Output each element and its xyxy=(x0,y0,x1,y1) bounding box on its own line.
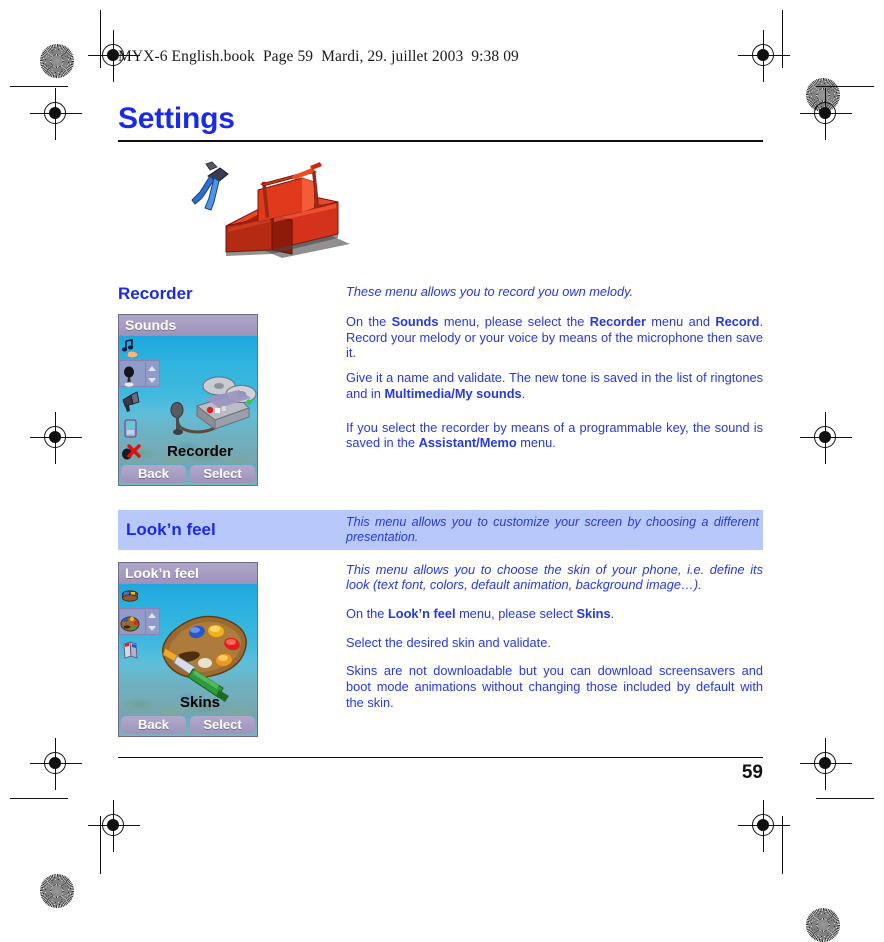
registration-starburst-top-left xyxy=(40,44,74,78)
settings-illustration xyxy=(162,156,362,264)
music-note-hand-icon xyxy=(121,339,139,359)
scroll-arrows-2[interactable] xyxy=(145,609,158,635)
looknfeel-paragraph-3: Select the desired skin and validate. xyxy=(346,634,551,650)
megaphone-icon xyxy=(122,391,140,412)
recorder-paragraph-3: If you select the recorder by means of a… xyxy=(346,419,763,451)
recorder-heading: Recorder xyxy=(118,284,193,303)
strip-icon-skins-selected[interactable] xyxy=(120,612,142,638)
softkey-back-2[interactable]: Back xyxy=(121,715,186,734)
recorder-content-row: Sounds Recorder Back Select On the Sound… xyxy=(118,314,763,486)
recorder-intro-text: These menu allows you to record you own … xyxy=(346,284,634,299)
phone-screen-sounds: Sounds Recorder Back Select xyxy=(118,314,258,486)
phone-title-sounds: Sounds xyxy=(119,315,257,336)
registration-starburst-bottom-right xyxy=(806,908,840,942)
trim-line-right xyxy=(782,10,784,68)
looknfeel-screen-cell: Look’n feel Skins Back Select xyxy=(118,561,346,737)
phone-screen-looknfeel: Look’n feel Skins Back Select xyxy=(118,561,258,737)
phone-caption-skins: Skins xyxy=(179,693,221,711)
registration-crosshair-left-lower xyxy=(30,412,82,464)
recorder-paragraph-1: On the Sounds menu, please select the Re… xyxy=(346,314,763,361)
recorder-head-row: Recorder These menu allows you to record… xyxy=(118,284,763,304)
registration-crosshair-right-lower xyxy=(800,412,852,464)
phone-softkeys-sounds: Back Select xyxy=(119,464,257,485)
strip-icon-vibrate[interactable] xyxy=(120,416,142,442)
softkey-select[interactable]: Select xyxy=(190,465,255,483)
softkey-back[interactable]: Back xyxy=(121,465,186,483)
phone-caption-recorder: Recorder xyxy=(167,443,233,460)
phone-vibrate-icon xyxy=(124,419,137,438)
stacked-images-icon xyxy=(122,589,138,602)
page-number: 59 xyxy=(741,762,763,783)
looknfeel-band-description: This menu allows you to customize your s… xyxy=(346,515,759,544)
section-recorder: Recorder These menu allows you to record… xyxy=(118,284,763,486)
strip-icon-ringtone[interactable] xyxy=(120,390,142,416)
phone-icon-strip-looknfeel xyxy=(120,586,142,664)
scroll-down-arrow-icon[interactable] xyxy=(148,378,156,384)
registration-crosshair-right-bottom xyxy=(800,738,852,790)
phone-title-looknfeel: Look’n feel xyxy=(119,562,257,584)
palette-small-icon xyxy=(120,616,140,631)
registration-starburst-bottom-left xyxy=(40,874,74,908)
page-title: Settings xyxy=(118,102,235,135)
looknfeel-paragraph-1: This menu allows you to choose the skin … xyxy=(346,561,763,593)
looknfeel-paragraph-2: On the Look’n feel menu, please select S… xyxy=(346,605,615,621)
title-divider xyxy=(118,140,763,142)
recorder-paragraph-2: Give it a name and validate. The new ton… xyxy=(346,370,763,401)
scroll-down-arrow-icon-2[interactable] xyxy=(148,625,156,631)
trim-line-left xyxy=(100,10,102,68)
looknfeel-text-cell: This menu allows you to choose the skin … xyxy=(346,562,763,720)
scroll-arrows[interactable] xyxy=(145,362,158,387)
looknfeel-paragraph-4: Skins are not downloadable but you can d… xyxy=(346,663,763,710)
registration-crosshair-right-upper xyxy=(800,88,852,140)
file-header: MYX-6 English.book Page 59 Mardi, 29. ju… xyxy=(118,48,519,65)
registration-crosshair-left-upper xyxy=(30,88,82,140)
trim-line-top-left xyxy=(10,86,68,88)
trim-line-bottom-right-v xyxy=(782,816,784,874)
trim-line-bottom-left xyxy=(10,798,68,800)
scroll-up-arrow-icon-2[interactable] xyxy=(148,613,156,619)
registration-crosshair-left-bottom xyxy=(30,738,82,790)
trim-line-bottom-left-v xyxy=(100,816,102,874)
phone-softkeys-looknfeel: Back Select xyxy=(119,714,257,736)
looknfeel-content-row: Look’n feel Skins Back Select This menu … xyxy=(118,561,763,737)
strip-icon-recorder-selected[interactable] xyxy=(120,364,142,390)
looknfeel-section-band: Look’n feel This menu allows you to cust… xyxy=(118,510,763,550)
phone-body-looknfeel: Skins xyxy=(119,583,257,715)
toolbox-pliers-icon xyxy=(191,161,350,258)
recorder-text-cell: On the Sounds menu, please select the Re… xyxy=(346,314,763,460)
books-icon xyxy=(123,640,138,659)
strip-icon-animation[interactable] xyxy=(120,638,142,664)
recorder-screen-cell: Sounds Recorder Back Select xyxy=(118,314,346,486)
microphone-icon xyxy=(124,366,134,387)
footer-divider xyxy=(118,757,763,758)
scroll-up-arrow-icon[interactable] xyxy=(148,365,156,371)
trim-line-bottom-right xyxy=(816,798,874,800)
recorder-intro-cell: These menu allows you to record you own … xyxy=(346,284,763,300)
section-looknfeel: Look’n feel This menu allows you to cust… xyxy=(118,510,763,737)
page-content: MYX-6 English.book Page 59 Mardi, 29. ju… xyxy=(118,48,763,737)
softkey-select-2[interactable]: Select xyxy=(190,715,255,734)
looknfeel-heading: Look’n feel xyxy=(126,519,216,539)
registration-crosshair-bottom-right-outer xyxy=(738,800,790,852)
recorder-heading-cell: Recorder xyxy=(118,284,346,304)
trim-line-top-right xyxy=(816,86,874,88)
phone-body-sounds: Recorder xyxy=(119,336,257,464)
